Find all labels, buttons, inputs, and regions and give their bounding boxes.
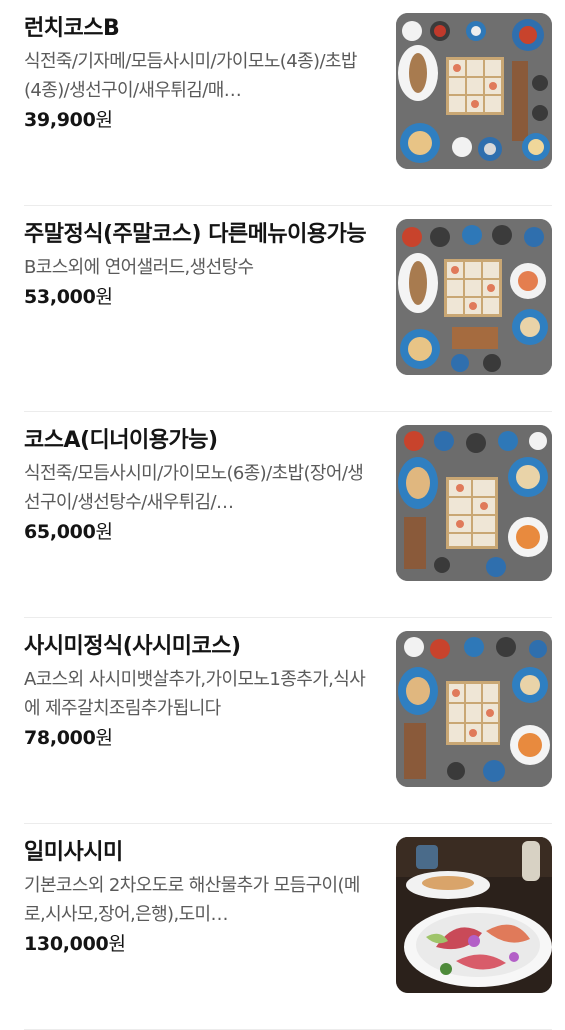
menu-item-text: 주말정식(주말코스) 다른메뉴이용가능 B코스외에 연어샐러드,생선탕수 53,… bbox=[24, 218, 374, 311]
menu-item-photo[interactable] bbox=[396, 425, 552, 581]
menu-item[interactable]: 런치코스B 식전죽/기자메/모듬사시미/가이모노(4종)/초밥(4종)/생선구이… bbox=[24, 0, 552, 206]
price-value: 39,900 bbox=[24, 109, 96, 131]
menu-item-price: 53,000원 bbox=[24, 283, 374, 311]
menu-item[interactable]: 일미사시미 기본코스외 2차오도로 해산물추가 모듬구이(메로,시사모,장어,은… bbox=[24, 824, 552, 1030]
menu-item-photo[interactable] bbox=[396, 837, 552, 993]
menu-item-description: B코스외에 연어샐러드,생선탕수 bbox=[24, 257, 254, 278]
menu-item-description: 식전죽/기자메/모듬사시미/가이모노(4종)/초밥(4종)/생선구이/새우튀김/… bbox=[24, 51, 357, 101]
menu-item-price: 78,000원 bbox=[24, 724, 374, 752]
menu-item-price: 39,900원 bbox=[24, 106, 374, 134]
menu-item-photo[interactable] bbox=[396, 219, 552, 375]
menu-item-name: 일미사시미 bbox=[24, 840, 123, 865]
currency-suffix: 원 bbox=[95, 109, 113, 131]
menu-item-name: 런치코스B bbox=[24, 16, 120, 41]
menu-item[interactable]: 코스A(디너이용가능) 식전죽/모듬사시미/가이모노(6종)/초밥(장어/생선구… bbox=[24, 412, 552, 618]
menu-item-photo[interactable] bbox=[396, 13, 552, 169]
sashimi-platter-photo bbox=[396, 837, 552, 993]
currency-suffix: 원 bbox=[95, 727, 113, 749]
course-spread-photo bbox=[396, 219, 552, 375]
currency-suffix: 원 bbox=[95, 521, 113, 543]
menu-item-text: 런치코스B 식전죽/기자메/모듬사시미/가이모노(4종)/초밥(4종)/생선구이… bbox=[24, 12, 374, 134]
course-spread-photo bbox=[396, 425, 552, 581]
price-value: 78,000 bbox=[24, 727, 96, 749]
price-value: 53,000 bbox=[24, 286, 96, 308]
currency-suffix: 원 bbox=[95, 286, 113, 308]
menu-item-name: 주말정식(주말코스) 다른메뉴이용가능 bbox=[24, 222, 367, 247]
menu-item-name: 사시미정식(사시미코스) bbox=[24, 634, 241, 659]
menu-item[interactable]: 주말정식(주말코스) 다른메뉴이용가능 B코스외에 연어샐러드,생선탕수 53,… bbox=[24, 206, 552, 412]
menu-item-text: 사시미정식(사시미코스) A코스외 사시미뱃살추가,가이모노1종추가,식사에 제… bbox=[24, 630, 374, 752]
currency-suffix: 원 bbox=[108, 933, 126, 955]
menu-item-description: 식전죽/모듬사시미/가이모노(6종)/초밥(장어/생선구이/생선탕수/새우튀김/… bbox=[24, 463, 364, 513]
menu-item-photo[interactable] bbox=[396, 631, 552, 787]
course-spread-photo bbox=[396, 631, 552, 787]
course-spread-photo bbox=[396, 13, 552, 169]
menu-item-price: 65,000원 bbox=[24, 518, 374, 546]
price-value: 65,000 bbox=[24, 521, 96, 543]
menu-item-text: 일미사시미 기본코스외 2차오도로 해산물추가 모듬구이(메로,시사모,장어,은… bbox=[24, 836, 374, 958]
menu-item[interactable]: 사시미정식(사시미코스) A코스외 사시미뱃살추가,가이모노1종추가,식사에 제… bbox=[24, 618, 552, 824]
menu-item-description: A코스외 사시미뱃살추가,가이모노1종추가,식사에 제주갈치조림추가됩니다 bbox=[24, 669, 366, 719]
menu-item-description: 기본코스외 2차오도로 해산물추가 모듬구이(메로,시사모,장어,은행),도미… bbox=[24, 875, 360, 925]
menu-item-price: 130,000원 bbox=[24, 930, 374, 958]
menu-item-name: 코스A(디너이용가능) bbox=[24, 428, 218, 453]
price-value: 130,000 bbox=[24, 933, 109, 955]
menu-item-text: 코스A(디너이용가능) 식전죽/모듬사시미/가이모노(6종)/초밥(장어/생선구… bbox=[24, 424, 374, 546]
